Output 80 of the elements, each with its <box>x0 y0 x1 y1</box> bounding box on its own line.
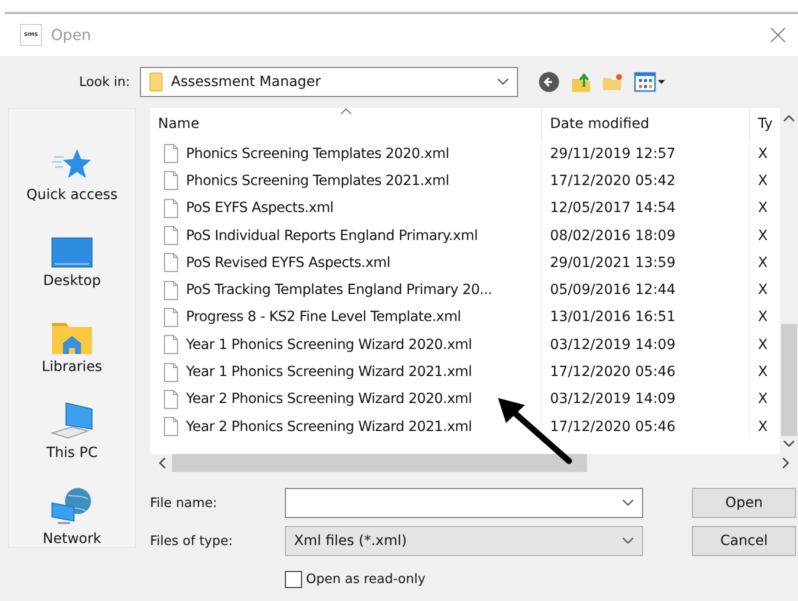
file-name[interactable]: Progress 8 - KS2 Fine Level Template.xml <box>186 309 461 326</box>
document-icon <box>164 144 178 164</box>
look-in-label: Look in: <box>78 74 131 90</box>
computer-icon <box>50 401 94 441</box>
file-type: X <box>758 228 768 244</box>
document-icon <box>164 335 178 354</box>
file-name[interactable]: Year 2 Phonics Screening Wizard 2020.xml <box>186 391 472 408</box>
file-type: X <box>758 418 768 435</box>
place-item[interactable]: Quick access <box>26 187 118 203</box>
file-name[interactable]: PoS Tracking Templates England Primary 20... <box>186 282 492 298</box>
new-folder-icon[interactable] <box>602 71 624 93</box>
file-date: 05/09/2016 12:44 <box>550 282 676 298</box>
sort-caret-icon <box>340 108 352 115</box>
file-date: 29/11/2019 12:57 <box>550 146 676 162</box>
file-type: X <box>758 282 768 298</box>
document-icon <box>164 226 178 246</box>
file-name[interactable]: PoS Revised EYFS Aspects.xml <box>186 254 390 271</box>
view-menu-icon[interactable] <box>634 71 666 93</box>
place-item[interactable]: This PC <box>46 445 98 461</box>
desktop-icon <box>51 237 93 269</box>
close-icon[interactable] <box>770 27 786 43</box>
file-date: 03/12/2019 14:09 <box>550 391 676 408</box>
file-type-label: Files of type: <box>150 534 234 548</box>
read-only-checkbox[interactable] <box>285 570 302 588</box>
file-date: 03/12/2019 14:09 <box>550 336 676 353</box>
place-item[interactable]: Desktop <box>43 273 101 289</box>
window-title: Open <box>51 26 92 44</box>
folder-icon <box>149 72 163 92</box>
dialog-button[interactable]: Open <box>692 488 796 518</box>
file-date: 12/05/2017 14:54 <box>550 200 676 216</box>
place-item[interactable]: Network <box>42 531 102 547</box>
document-icon <box>164 198 178 218</box>
file-type: X <box>758 146 768 162</box>
document-icon <box>164 171 178 190</box>
file-name[interactable]: Phonics Screening Templates 2021.xml <box>186 172 450 189</box>
file-name[interactable]: PoS EYFS Aspects.xml <box>186 200 334 216</box>
scroll-right-icon[interactable] <box>782 457 790 469</box>
file-name[interactable]: Phonics Screening Templates 2020.xml <box>186 146 450 162</box>
column-header[interactable]: Name <box>150 108 542 140</box>
file-date: 17/12/2020 05:46 <box>550 364 676 380</box>
file-name[interactable]: Year 1 Phonics Screening Wizard 2021.xml <box>186 364 472 380</box>
file-type: X <box>758 254 768 271</box>
file-type: X <box>758 391 768 408</box>
scroll-up-icon[interactable] <box>783 114 795 122</box>
file-name-label: File name: <box>150 496 218 510</box>
read-only-label[interactable]: Open as read-only <box>306 572 426 586</box>
file-type: X <box>758 336 768 353</box>
dialog-button[interactable]: Cancel <box>692 526 796 556</box>
document-icon <box>164 280 178 300</box>
document-icon <box>164 362 178 382</box>
file-date: 17/12/2020 05:42 <box>550 172 676 189</box>
up-folder-icon[interactable] <box>570 71 592 93</box>
chevron-down-icon <box>622 537 634 545</box>
file-type: X <box>758 172 768 189</box>
column-header[interactable]: Date modified <box>542 108 750 140</box>
file-date: 13/01/2016 16:51 <box>550 309 676 326</box>
file-type-dropdown[interactable]: Xml files (*.xml) <box>285 526 643 556</box>
file-type: X <box>758 364 768 380</box>
look-in-dropdown[interactable]: Assessment Manager <box>140 67 518 97</box>
network-icon <box>50 487 94 527</box>
file-date: 29/01/2021 13:59 <box>550 254 676 271</box>
document-icon <box>164 417 178 436</box>
file-name[interactable]: Year 1 Phonics Screening Wizard 2020.xml <box>186 336 472 353</box>
file-date: 08/02/2016 18:09 <box>550 228 676 244</box>
document-icon <box>164 390 178 409</box>
column-header[interactable]: Ty <box>750 108 780 140</box>
file-name[interactable]: PoS Individual Reports England Primary.xml <box>186 228 478 244</box>
chevron-down-icon <box>622 499 634 507</box>
back-icon[interactable] <box>538 71 560 93</box>
file-type: X <box>758 309 768 326</box>
file-name-field[interactable] <box>285 488 643 518</box>
file-name[interactable]: Year 2 Phonics Screening Wizard 2021.xml <box>186 418 472 435</box>
document-icon <box>164 253 178 272</box>
scroll-left-icon[interactable] <box>158 457 166 469</box>
scroll-down-icon[interactable] <box>783 440 795 448</box>
chevron-down-icon <box>497 78 509 86</box>
file-type: X <box>758 200 768 216</box>
place-item[interactable]: Libraries <box>42 359 102 375</box>
document-icon <box>164 308 178 327</box>
file-date: 17/12/2020 05:46 <box>550 418 676 435</box>
